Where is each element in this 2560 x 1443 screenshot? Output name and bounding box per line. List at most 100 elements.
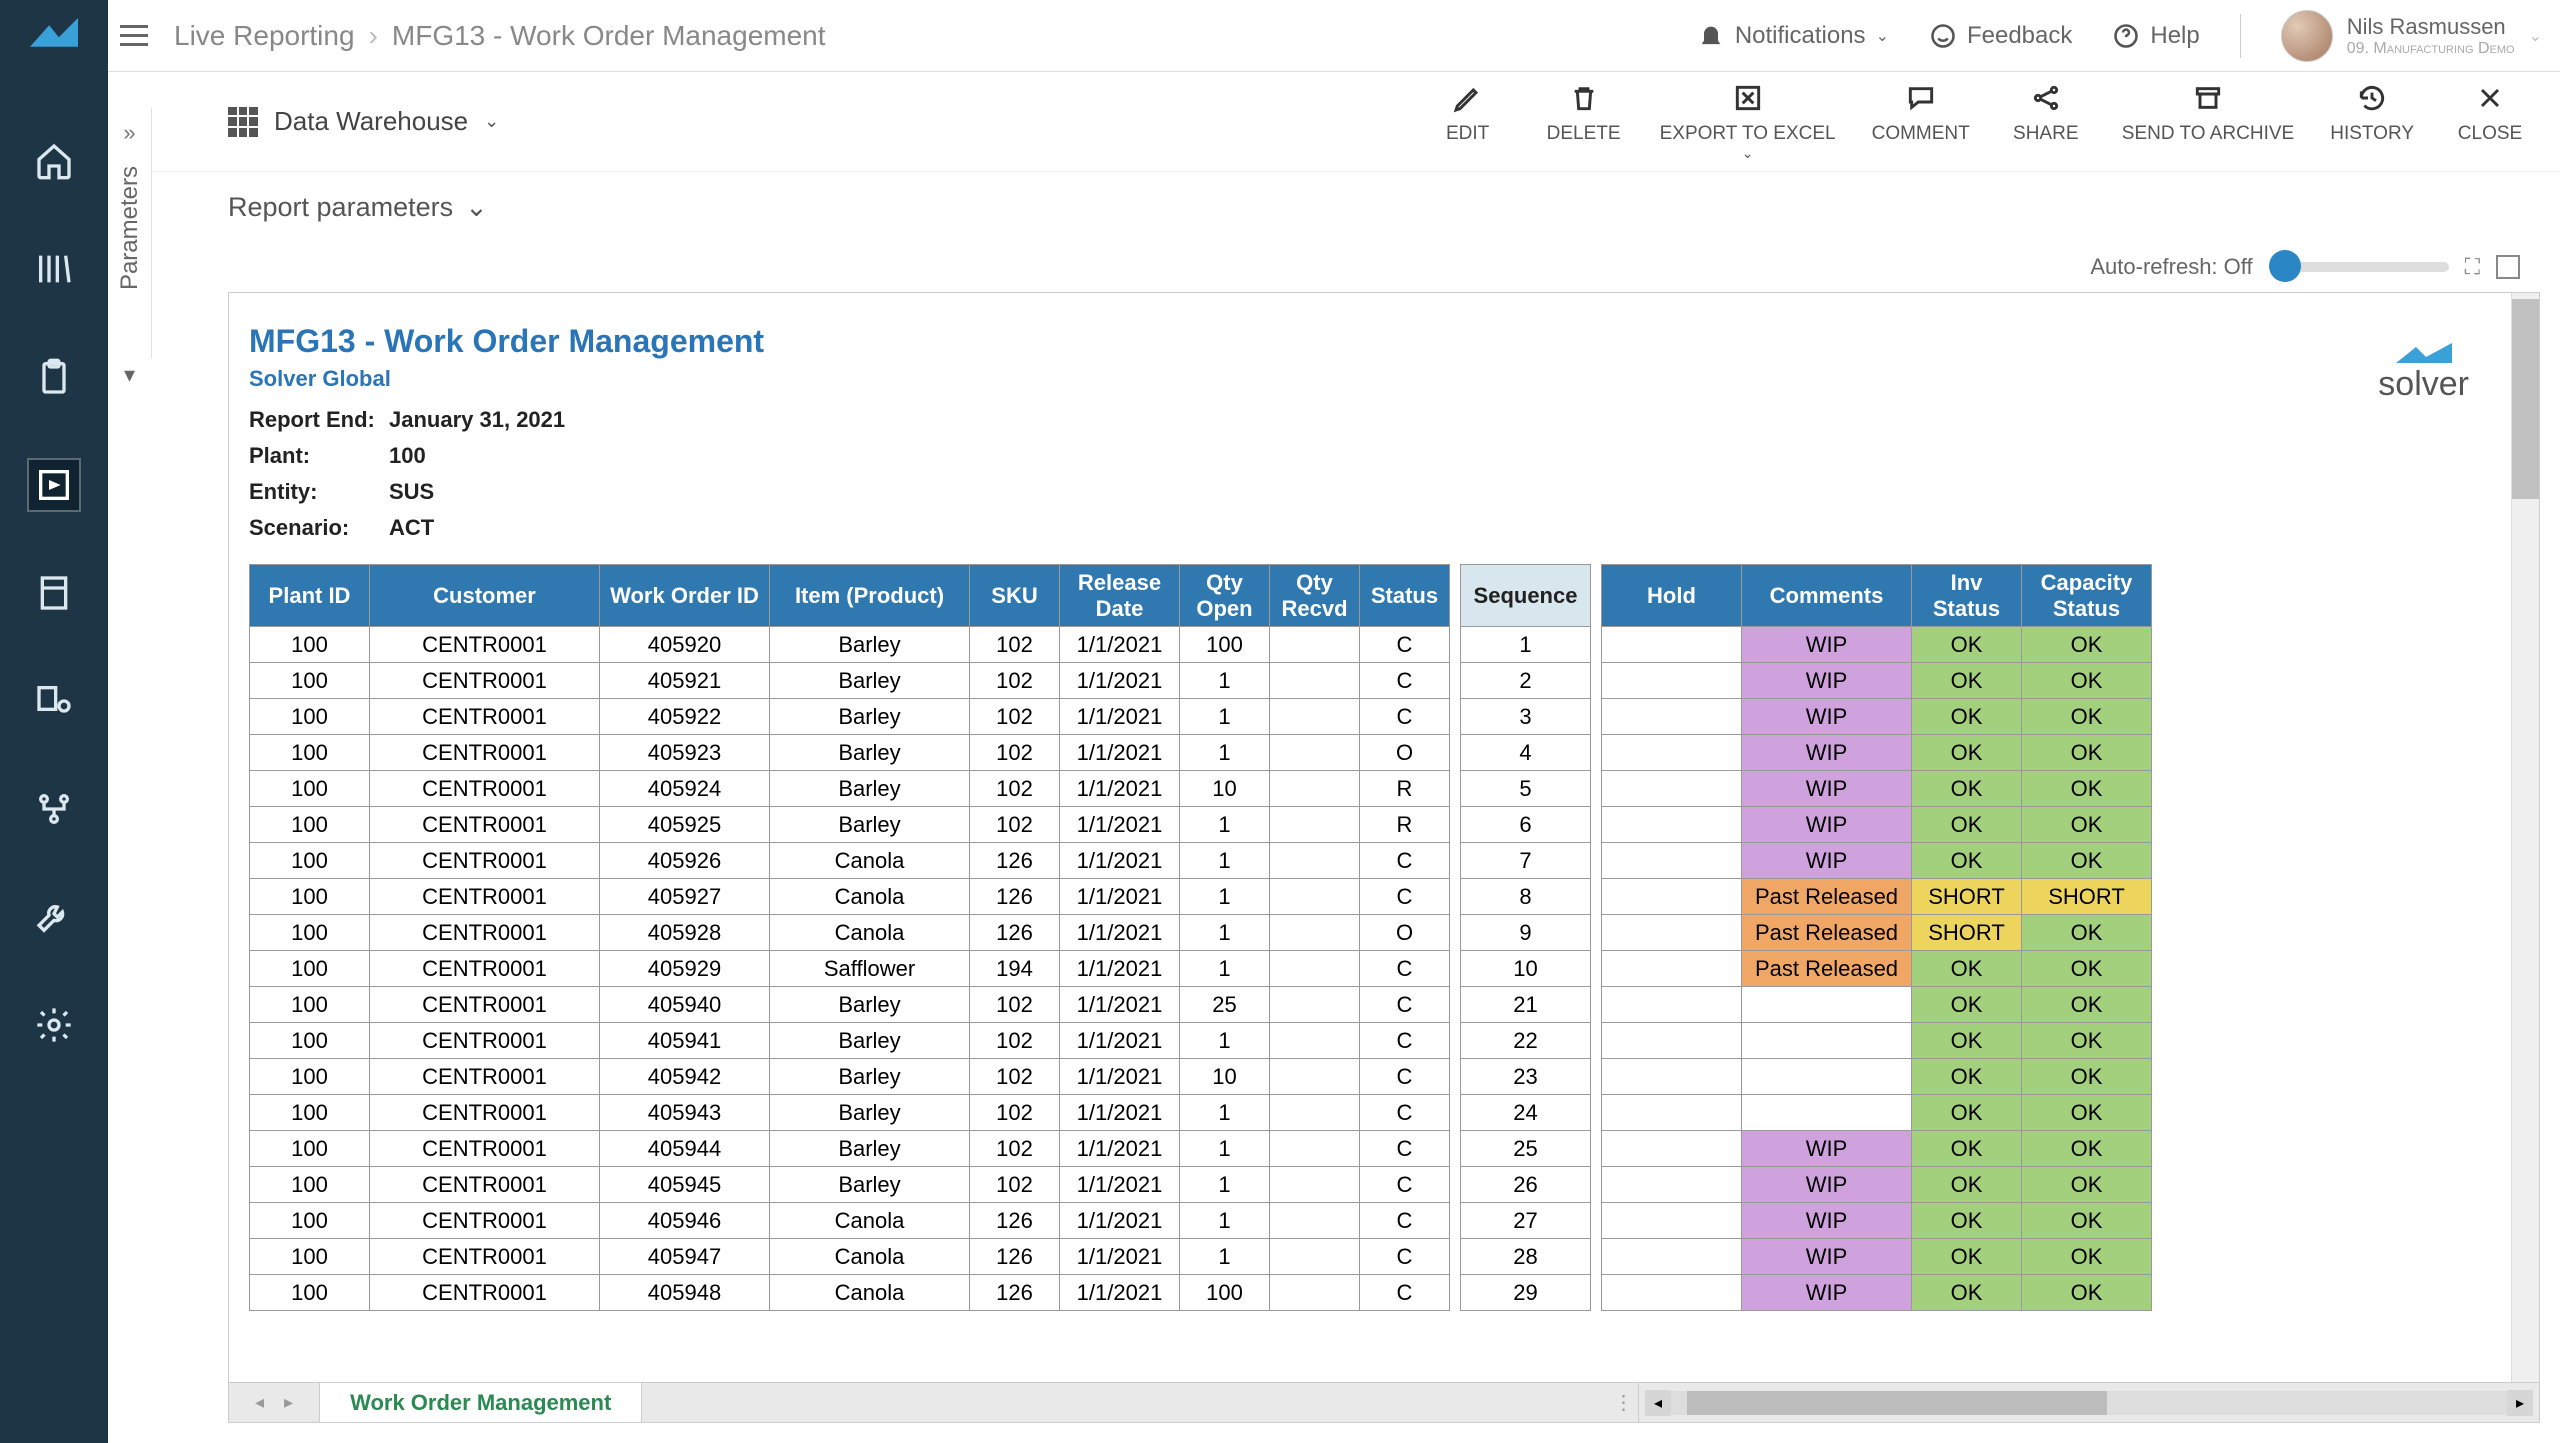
auto-refresh-toggle[interactable] [2269, 262, 2449, 272]
cell[interactable]: OK [1912, 771, 2022, 807]
cell[interactable]: 1 [1180, 843, 1270, 879]
cell[interactable] [1270, 807, 1360, 843]
cell[interactable]: 27 [1461, 1203, 1591, 1239]
cell[interactable]: OK [2022, 843, 2152, 879]
cell[interactable]: 405924 [600, 771, 770, 807]
cell[interactable] [1270, 1023, 1360, 1059]
cell[interactable]: 1/1/2021 [1060, 1239, 1180, 1275]
cell[interactable]: WIP [1742, 1203, 1912, 1239]
cell[interactable]: 9 [1461, 915, 1591, 951]
cell[interactable]: 405923 [600, 735, 770, 771]
cell[interactable]: OK [1912, 1131, 2022, 1167]
grid-toggle-icon[interactable] [2496, 255, 2520, 279]
archive-button[interactable]: SEND TO ARCHIVE [2122, 81, 2294, 162]
cell[interactable]: OK [2022, 771, 2152, 807]
cell[interactable]: Barley [770, 1023, 970, 1059]
column-header[interactable]: Sequence [1461, 565, 1591, 627]
cell[interactable]: OK [2022, 1203, 2152, 1239]
cell[interactable] [1602, 951, 1742, 987]
cell[interactable] [1270, 987, 1360, 1023]
cell[interactable] [1270, 1059, 1360, 1095]
cell[interactable] [1270, 771, 1360, 807]
cell[interactable]: 10 [1180, 1059, 1270, 1095]
cell[interactable]: 405929 [600, 951, 770, 987]
cell[interactable]: WIP [1742, 627, 1912, 663]
cell[interactable] [1270, 1239, 1360, 1275]
cell[interactable]: CENTR0001 [370, 771, 600, 807]
cell[interactable] [1742, 1059, 1912, 1095]
cell[interactable]: 1 [1180, 1023, 1270, 1059]
cell[interactable]: 405942 [600, 1059, 770, 1095]
cell[interactable]: C [1360, 843, 1450, 879]
cell[interactable]: OK [1912, 699, 2022, 735]
cell[interactable]: 7 [1461, 843, 1591, 879]
help-button[interactable]: Help [2112, 22, 2199, 50]
cell[interactable]: C [1360, 1059, 1450, 1095]
share-button[interactable]: SHARE [2006, 81, 2086, 162]
sheet-resize-handle[interactable]: ⋮ [1609, 1383, 1639, 1422]
cell[interactable]: 102 [970, 1059, 1060, 1095]
cell[interactable]: OK [1912, 951, 2022, 987]
cell[interactable]: OK [1912, 987, 2022, 1023]
cell[interactable]: CENTR0001 [370, 843, 600, 879]
cell[interactable]: Past Released [1742, 915, 1912, 951]
cell[interactable]: WIP [1742, 699, 1912, 735]
cell[interactable]: 102 [970, 735, 1060, 771]
cell[interactable]: 194 [970, 951, 1060, 987]
cell[interactable]: 1 [1180, 951, 1270, 987]
cell[interactable]: 405940 [600, 987, 770, 1023]
column-header[interactable]: Work Order ID [600, 565, 770, 627]
cell[interactable]: 1 [1180, 699, 1270, 735]
cell[interactable]: CENTR0001 [370, 987, 600, 1023]
cell[interactable]: 405944 [600, 1131, 770, 1167]
column-header[interactable]: Inv Status [1912, 565, 2022, 627]
cell[interactable] [1270, 843, 1360, 879]
cell[interactable]: 100 [250, 1095, 370, 1131]
cell[interactable]: CENTR0001 [370, 1131, 600, 1167]
cell[interactable]: OK [1912, 1239, 2022, 1275]
cell[interactable]: 1/1/2021 [1060, 1131, 1180, 1167]
cell[interactable]: OK [2022, 987, 2152, 1023]
cell[interactable]: 100 [250, 663, 370, 699]
cell[interactable] [1602, 1023, 1742, 1059]
cell[interactable]: 1/1/2021 [1060, 807, 1180, 843]
breadcrumb-current[interactable]: MFG13 - Work Order Management [392, 20, 826, 52]
cell[interactable]: CENTR0001 [370, 879, 600, 915]
cell[interactable]: Barley [770, 1095, 970, 1131]
cell[interactable]: CENTR0001 [370, 807, 600, 843]
sheet-tab[interactable]: Work Order Management [320, 1383, 642, 1422]
cell[interactable]: OK [2022, 1095, 2152, 1131]
cell[interactable]: C [1360, 1239, 1450, 1275]
cell[interactable] [1602, 1167, 1742, 1203]
feedback-button[interactable]: Feedback [1929, 22, 2072, 50]
cell[interactable] [1270, 951, 1360, 987]
cell[interactable]: 1 [1180, 1239, 1270, 1275]
cell[interactable]: 405928 [600, 915, 770, 951]
cell[interactable]: WIP [1742, 1131, 1912, 1167]
cell[interactable]: 1/1/2021 [1060, 987, 1180, 1023]
cell[interactable]: 1 [1180, 1131, 1270, 1167]
cell[interactable]: 405948 [600, 1275, 770, 1311]
cell[interactable] [1270, 1167, 1360, 1203]
cell[interactable]: 100 [250, 1239, 370, 1275]
cell[interactable]: CENTR0001 [370, 1023, 600, 1059]
cell[interactable]: 126 [970, 843, 1060, 879]
cell[interactable]: 1/1/2021 [1060, 627, 1180, 663]
cell[interactable]: 22 [1461, 1023, 1591, 1059]
cell[interactable]: 100 [250, 843, 370, 879]
cell[interactable]: Barley [770, 663, 970, 699]
cell[interactable] [1270, 879, 1360, 915]
cell[interactable]: C [1360, 663, 1450, 699]
cell[interactable]: 100 [250, 1059, 370, 1095]
cell[interactable]: 21 [1461, 987, 1591, 1023]
cell[interactable]: 25 [1180, 987, 1270, 1023]
cell[interactable]: 1 [1180, 735, 1270, 771]
cell[interactable]: OK [2022, 735, 2152, 771]
cell[interactable]: 102 [970, 987, 1060, 1023]
cell[interactable]: Canola [770, 1203, 970, 1239]
cell[interactable]: CENTR0001 [370, 663, 600, 699]
cell[interactable]: OK [1912, 1059, 2022, 1095]
cell[interactable]: 1/1/2021 [1060, 951, 1180, 987]
cell[interactable] [1602, 663, 1742, 699]
cell[interactable]: 1/1/2021 [1060, 1275, 1180, 1311]
